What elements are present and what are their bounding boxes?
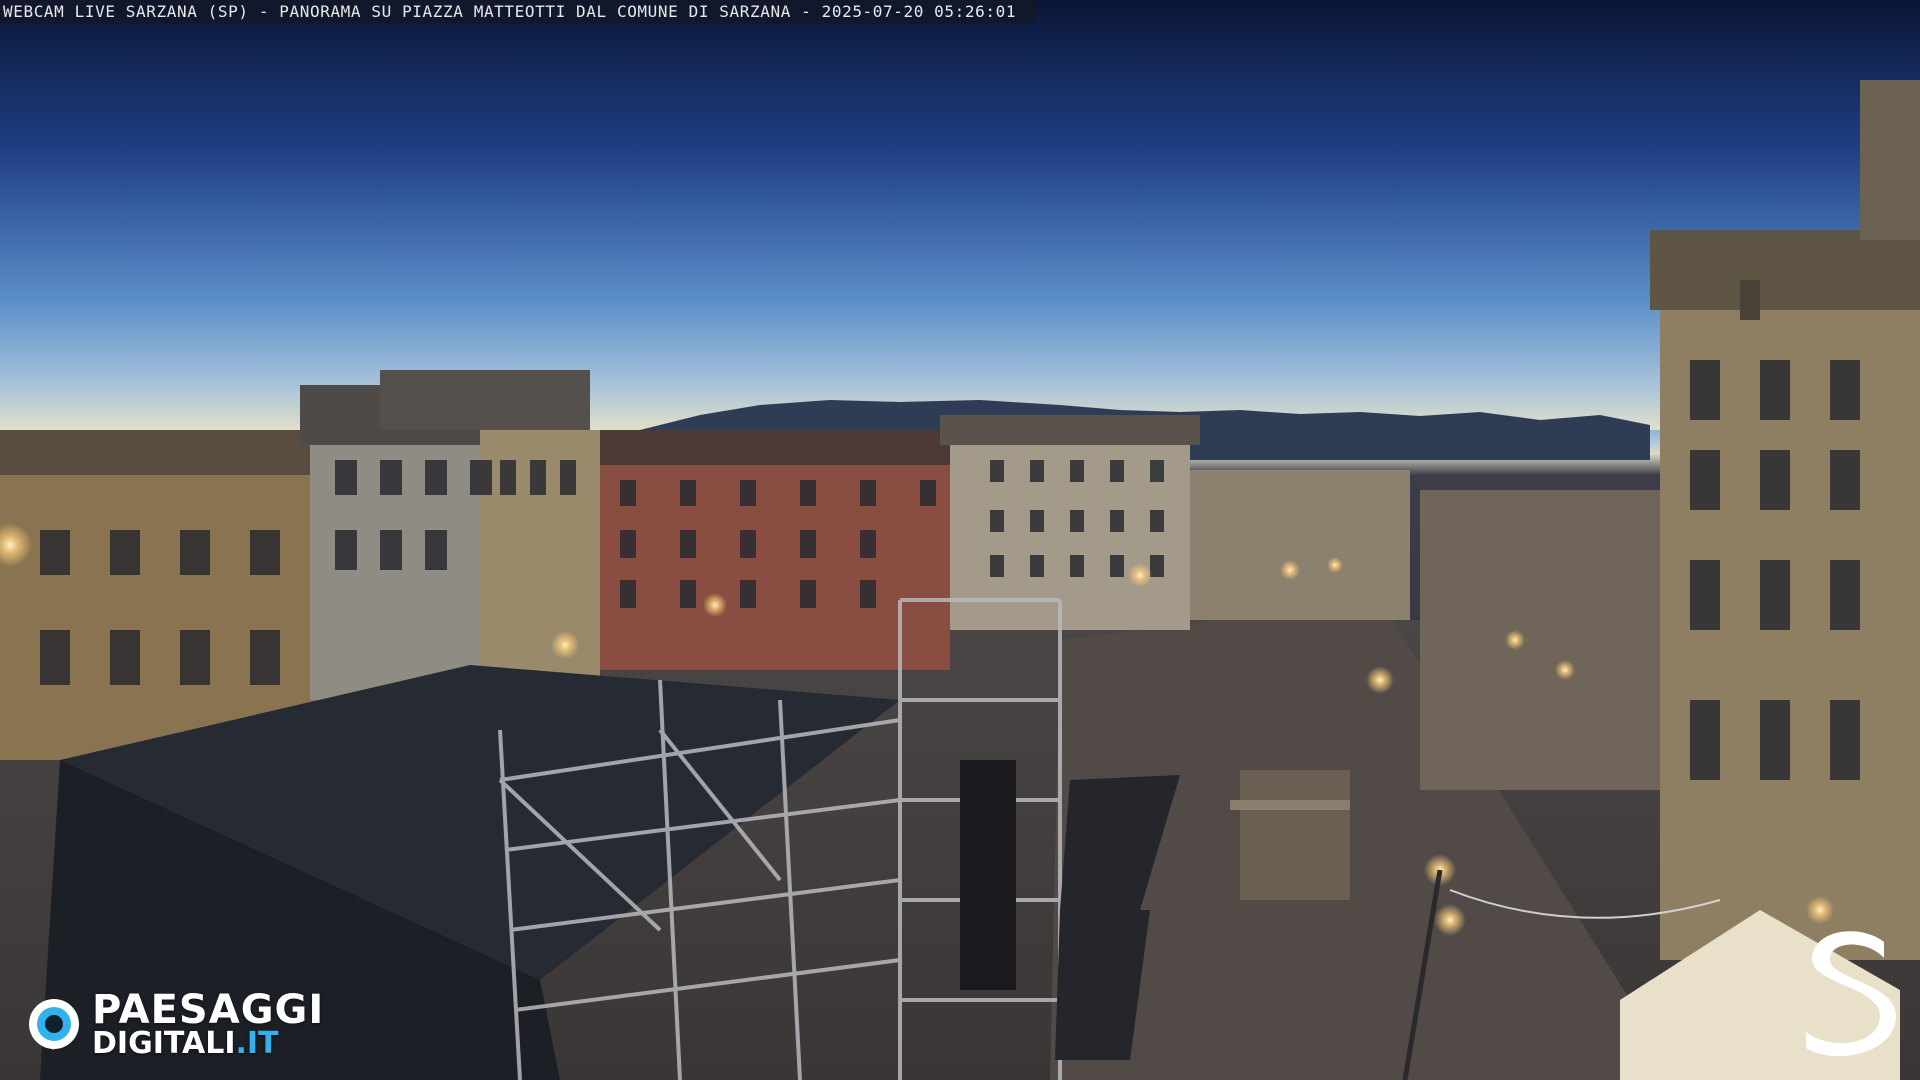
brand-line2: DIGITALI.IT bbox=[92, 1028, 279, 1060]
brand-line2-tld: .IT bbox=[235, 1026, 279, 1061]
webcam-caption: WEBCAM LIVE SARZANA (SP) - PANORAMA SU P… bbox=[0, 0, 1037, 24]
cafe-tables bbox=[1230, 770, 1350, 900]
webcam-frame: WEBCAM LIVE SARZANA (SP) - PANORAMA SU P… bbox=[0, 0, 1920, 1080]
webcam-scene bbox=[0, 0, 1920, 1080]
building-red bbox=[600, 460, 950, 670]
sky bbox=[0, 0, 1920, 430]
building-right-street bbox=[1420, 490, 1680, 790]
eye-icon bbox=[29, 999, 79, 1050]
stage-speaker bbox=[960, 760, 1016, 990]
building-center-right bbox=[1190, 470, 1410, 620]
paesaggi-digitali-watermark: PAESAGGI DIGITALI.IT bbox=[26, 990, 326, 1060]
brand-line1: PAESAGGI bbox=[92, 987, 325, 1033]
bell-tower bbox=[1860, 80, 1920, 240]
brand-line2-main: DIGITALI bbox=[92, 1026, 236, 1061]
letter-s-logo-icon bbox=[1806, 931, 1896, 1057]
